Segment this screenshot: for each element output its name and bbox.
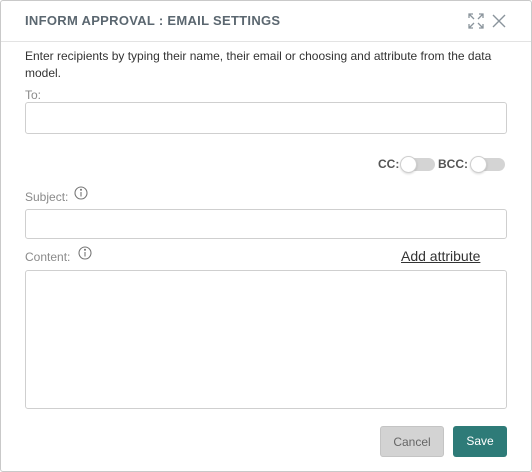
bcc-toggle[interactable] [470,156,505,173]
expand-icon[interactable] [467,12,485,30]
cc-toggle-knob [400,156,417,173]
cc-label: CC: [378,157,400,171]
content-label: Content: [25,250,71,264]
bcc-label: BCC: [438,157,468,171]
to-input[interactable] [25,102,507,134]
dialog-title: INFORM APPROVAL : EMAIL SETTINGS [25,13,281,28]
subject-input[interactable] [25,209,507,239]
save-button[interactable]: Save [453,426,507,457]
instructions-text: Enter recipients by typing their name, t… [25,49,492,80]
dialog-header: INFORM APPROVAL : EMAIL SETTINGS [1,1,531,42]
to-label: To: [25,88,42,102]
info-icon[interactable] [78,246,92,260]
cancel-button[interactable]: Cancel [380,426,444,457]
info-icon[interactable] [74,186,88,200]
cc-toggle[interactable] [400,156,435,173]
bcc-toggle-knob [470,156,487,173]
close-icon[interactable] [490,12,508,30]
subject-label: Subject: [25,190,69,204]
content-textarea[interactable] [25,270,507,409]
email-settings-dialog: INFORM APPROVAL : EMAIL SETTINGS Enter r… [0,0,532,472]
add-attribute-link[interactable]: Add attribute [401,248,480,264]
